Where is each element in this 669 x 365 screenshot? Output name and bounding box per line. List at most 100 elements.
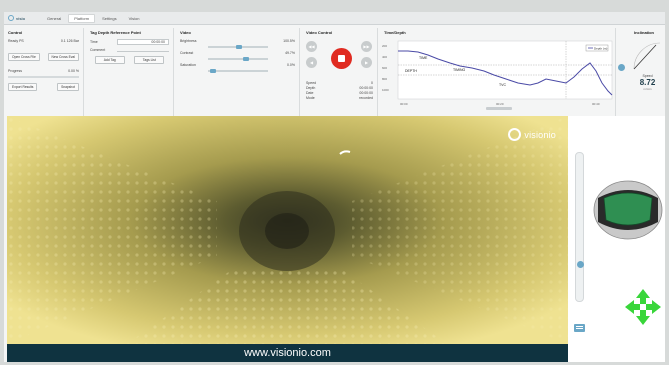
progress-label: Progress	[8, 69, 23, 73]
speed-value: 0	[371, 81, 373, 85]
mode-label: Mode	[306, 96, 315, 100]
logo-icon	[8, 15, 14, 21]
speed-label: Speed	[306, 81, 317, 85]
vertical-slider-track[interactable]	[575, 152, 584, 302]
open-cross-file-button[interactable]: Open Cross File	[8, 53, 40, 61]
contrast-label: Contrast	[180, 51, 194, 55]
tag-buttons-row: Add Tag Tags List	[90, 56, 169, 64]
contrast-row: Contrast 49.7%	[180, 51, 295, 55]
ready-label: Ready PS	[8, 39, 24, 43]
y-tick-3: 800	[382, 77, 387, 81]
video-control-title: Video Control	[306, 30, 333, 35]
control-row-progress: Progress 0.00 %	[8, 69, 79, 73]
tab-vision[interactable]: Vision	[124, 15, 145, 22]
stop-icon	[338, 55, 345, 62]
chart-scrollbar[interactable]	[486, 107, 512, 110]
inclination-gauge	[633, 42, 661, 70]
tags-list-button[interactable]: Tags List	[134, 56, 165, 64]
speed-row: Speed 0	[306, 81, 373, 85]
mode-row: Mode recorded	[306, 96, 373, 100]
tab-settings[interactable]: Settings	[97, 15, 121, 22]
y-tick-2: 600	[382, 66, 387, 70]
list-icon[interactable]	[574, 324, 585, 332]
export-results-button[interactable]: Export Results	[8, 83, 38, 91]
progress-value: 0.00 %	[68, 69, 79, 73]
saturation-slider[interactable]	[207, 69, 268, 73]
legend-label: Depth (m)	[594, 47, 607, 51]
chart-label-time: TIME	[419, 56, 428, 60]
time-depth-panel: Time/Depth Depth (m) TIME DEPTH TIMING T…	[380, 28, 616, 116]
ready-value: 0.1 126 Bar	[60, 39, 79, 43]
right-control-column	[568, 116, 665, 362]
x-tick-1: 00:20	[496, 102, 504, 106]
camera-orientation-widget[interactable]	[592, 178, 664, 240]
y-tick-1: 400	[382, 55, 387, 59]
snapshot-button[interactable]: Snapshot	[57, 83, 79, 91]
chart-label-timing: TIMING	[453, 68, 466, 72]
depth-row: Depth 00:00:00	[306, 86, 373, 90]
app-window: visio General Platform Settings Vision C…	[4, 12, 665, 362]
control-row-ready: Ready PS 0.1 126 Bar	[8, 39, 79, 43]
step-forward-icon[interactable]: ▶	[361, 57, 372, 68]
tilt-knob-icon[interactable]	[618, 64, 625, 71]
brightness-label: Brightness	[180, 39, 197, 43]
tag-depth-title: Tag Depth Reference Point	[90, 30, 141, 35]
mode-value: recorded	[359, 96, 373, 100]
vertical-slider-thumb[interactable]	[576, 261, 584, 268]
control-buttons-row-1: Open Cross File New Cross Eval	[8, 53, 79, 61]
contrast-slider-row	[180, 57, 295, 61]
tab-general[interactable]: General	[42, 15, 66, 22]
add-tag-button[interactable]: Add Tag	[94, 56, 125, 64]
brightness-slider-row	[180, 45, 295, 49]
step-back-icon[interactable]: ◀	[306, 57, 317, 68]
video-settings-panel: Video Brightness 100.5% Contrast 49.7% S…	[176, 28, 300, 116]
depth-label: Depth	[306, 86, 316, 90]
inclination-panel: Inclination Speed 8.72 m/min	[630, 28, 665, 116]
control-panel: Control Ready PS 0.1 126 Bar Open Cross …	[4, 28, 84, 116]
video-brand-logo: visionio	[508, 128, 556, 141]
tag-comment-input[interactable]	[117, 48, 169, 52]
tag-time-label: Time	[90, 40, 98, 44]
video-title: Video	[180, 30, 191, 35]
brightness-row: Brightness 100.5%	[180, 39, 295, 43]
tag-time-row: Time 00:00:00	[90, 39, 169, 45]
progress-bar	[8, 76, 79, 78]
app-logo: visio	[8, 15, 42, 21]
pipe-interior-image	[7, 116, 568, 344]
time-depth-title: Time/Depth	[384, 30, 406, 35]
brightness-slider[interactable]	[207, 45, 268, 49]
control-title: Control	[8, 30, 23, 35]
inclination-speed-unit: m/min	[643, 87, 652, 91]
depth-value: 00:00:00	[359, 86, 373, 90]
chart-label-tvc: TVC	[499, 83, 506, 87]
video-control-panel: Video Control ◀◀ ◀ ▶▶ ▶ Speed 0 Depth 00:0…	[302, 28, 378, 116]
inclination-title: Inclination	[634, 30, 654, 35]
tag-time-input[interactable]: 00:00:00	[117, 39, 169, 45]
brand-ring-icon	[508, 128, 522, 141]
tag-comment-row: Comment	[90, 48, 169, 52]
time-depth-chart: Depth (m) TIME DEPTH TIMING TVC 200 400 …	[382, 40, 613, 110]
brightness-value: 100.5%	[283, 39, 295, 43]
logo-text: visio	[16, 15, 26, 21]
video-feed[interactable]: visionio www.visionio.com	[7, 116, 568, 362]
menu-bar: visio General Platform Settings Vision	[4, 12, 665, 25]
date-row: Date 00:00:00	[306, 91, 373, 95]
move-arrows-icon[interactable]	[624, 288, 662, 326]
new-cross-eval-button[interactable]: New Cross Eval	[47, 53, 79, 61]
contrast-slider[interactable]	[207, 57, 268, 61]
contrast-value: 49.7%	[285, 51, 295, 55]
fast-forward-icon[interactable]: ▶▶	[361, 41, 372, 52]
inclination-speed-value: 8.72	[639, 78, 656, 87]
tag-comment-label: Comment	[90, 48, 106, 52]
video-brand-text: visionio	[524, 129, 556, 140]
x-tick-2: 00:40	[592, 102, 600, 106]
tab-platform[interactable]: Platform	[68, 13, 96, 23]
chart-label-depth: DEPTH	[405, 69, 417, 73]
playback-controls: ◀◀ ◀ ▶▶ ▶	[305, 39, 374, 81]
video-url-bar: www.visionio.com	[7, 344, 568, 362]
record-stop-button[interactable]	[331, 48, 352, 69]
rewind-icon[interactable]: ◀◀	[306, 41, 317, 52]
saturation-slider-row	[180, 69, 295, 73]
y-tick-4: 1000	[382, 88, 389, 92]
date-label: Date	[306, 91, 314, 95]
